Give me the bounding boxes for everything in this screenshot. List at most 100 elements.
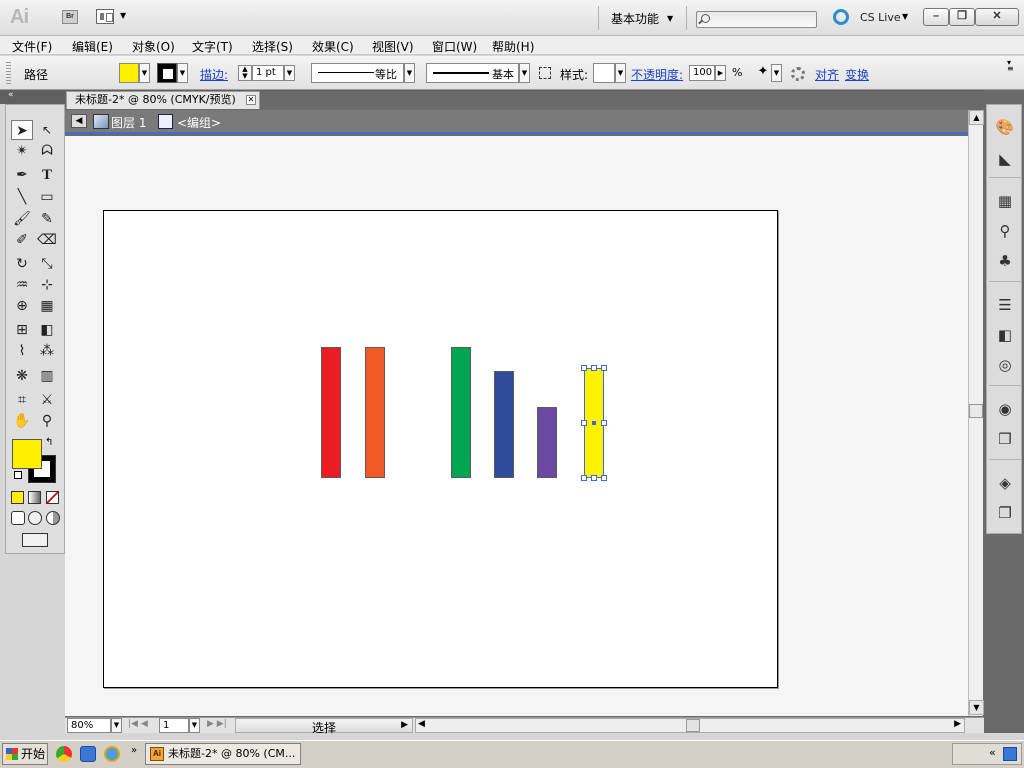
menu-file[interactable]: 文件(F) [12, 38, 52, 55]
selection-handle[interactable] [581, 365, 587, 371]
opacity-stepper[interactable]: ▶ [715, 65, 726, 81]
pen-tool-icon[interactable]: ✒ [11, 165, 33, 185]
chevron-down-icon[interactable]: ▼ [902, 12, 908, 21]
swatches-icon[interactable]: ▦ [995, 191, 1015, 211]
bridge-button[interactable]: Br [62, 10, 78, 24]
graphic-style-swatch[interactable] [593, 63, 615, 83]
swap-colors-icon[interactable]: ↰ [45, 437, 53, 448]
horizontal-scrollbar[interactable]: ◀ ▶ [415, 718, 965, 733]
menu-edit[interactable]: 编辑(E) [72, 38, 113, 55]
selection-handle[interactable] [591, 475, 597, 481]
brush-definition[interactable]: 基本 [426, 63, 519, 83]
transparency-icon[interactable]: ◎ [995, 355, 1015, 375]
selection-handle[interactable] [591, 365, 597, 371]
group-name[interactable]: <编组> [177, 114, 221, 131]
none-mode-icon[interactable] [46, 491, 59, 504]
layers-icon[interactable]: ◈ [995, 473, 1015, 493]
recolor-dropdown[interactable]: ▼ [771, 64, 782, 82]
lasso-tool-icon[interactable]: ᗣ [36, 141, 58, 161]
shape-builder-tool-icon[interactable]: ⊕ [11, 296, 33, 316]
artboard-number-input[interactable]: 1 [159, 718, 189, 733]
scroll-left-icon[interactable]: ◀ [418, 719, 425, 729]
brush-dropdown[interactable]: ▼ [519, 63, 530, 83]
draw-normal-icon[interactable] [11, 511, 25, 525]
hand-tool-icon[interactable]: ✋ [11, 411, 33, 431]
gradient-panel-icon[interactable]: ◧ [995, 325, 1015, 345]
fill-color-swatch[interactable] [119, 63, 139, 83]
vertical-scrollbar[interactable]: ▲ ▼ [968, 110, 984, 716]
gradient-tool-icon[interactable]: ◧ [36, 320, 58, 340]
panel-grip[interactable] [6, 62, 11, 84]
selection-handle[interactable] [601, 365, 607, 371]
arrange-documents-button[interactable]: ▼ [96, 9, 130, 25]
zoom-tool-icon[interactable]: ⚲ [36, 411, 58, 431]
symbol-sprayer-tool-icon[interactable]: ❋ [11, 366, 33, 386]
close-button[interactable]: ✕ [975, 8, 1019, 26]
graphic-styles-icon[interactable]: ❒ [995, 429, 1015, 449]
appearance-icon[interactable]: ◉ [995, 399, 1015, 419]
opacity-input[interactable]: 100 [689, 65, 715, 81]
artboard-tool-icon[interactable]: ⌗ [11, 390, 33, 410]
menu-type[interactable]: 文字(T) [192, 38, 233, 55]
scale-tool-icon[interactable]: ⤡ [36, 254, 58, 274]
stroke-color-swatch[interactable] [157, 63, 177, 83]
stroke-weight-dropdown[interactable]: ▼ [284, 65, 295, 81]
color-mode-icon[interactable] [11, 491, 24, 504]
close-icon[interactable]: ✕ [246, 95, 256, 105]
eyedropper-tool-icon[interactable]: ⌇ [11, 341, 33, 361]
recolor-artwork-icon[interactable]: ✦ [755, 64, 771, 82]
status-field[interactable]: 选择 ▶ [235, 718, 413, 735]
screen-mode-icon[interactable] [22, 533, 48, 547]
gear-icon[interactable] [791, 67, 805, 81]
zoom-input[interactable]: 80% [67, 718, 111, 733]
bar-shape[interactable] [365, 347, 385, 478]
pencil-tool-icon[interactable]: ✎ [36, 209, 58, 229]
line-tool-icon[interactable]: ╲ [11, 187, 33, 207]
profile-dropdown[interactable]: ▼ [404, 63, 415, 83]
bar-shape[interactable] [321, 347, 341, 478]
menu-effect[interactable]: 效果(C) [312, 38, 354, 55]
first-artboard-icon[interactable]: |◀ ◀ [128, 719, 148, 729]
next-artboard-icon[interactable]: ▶ ▶| [207, 719, 227, 729]
help-search-input[interactable] [696, 11, 817, 28]
brushes-icon[interactable]: ⚲ [995, 221, 1015, 241]
transform-panel-link[interactable]: 变换 [845, 66, 869, 83]
column-graph-tool-icon[interactable]: ▥ [36, 366, 58, 386]
chevron-left-icon[interactable]: « [989, 746, 996, 759]
minimize-button[interactable]: – [923, 8, 949, 26]
style-dropdown[interactable]: ▼ [615, 63, 626, 83]
paintbrush-tool-icon[interactable]: 🖌 [11, 209, 33, 229]
fill-dropdown[interactable]: ▼ [139, 63, 150, 83]
chevron-right-icon[interactable]: » [131, 745, 137, 756]
bar-shape[interactable] [537, 407, 557, 478]
stroke-weight-input[interactable]: 1 pt [252, 65, 284, 81]
selection-handle[interactable] [581, 475, 587, 481]
h-scroll-thumb[interactable] [686, 719, 700, 732]
draw-inside-icon[interactable] [46, 511, 60, 525]
scroll-up-icon[interactable]: ▲ [969, 110, 984, 125]
color-guide-icon[interactable]: ◣ [995, 149, 1015, 169]
artboard[interactable] [103, 210, 778, 688]
graphic-style-icon[interactable] [539, 67, 551, 79]
stroke-dropdown[interactable]: ▼ [177, 63, 188, 83]
menu-select[interactable]: 选择(S) [252, 38, 293, 55]
illustrator-task-button[interactable]: Ai 未标题-2* @ 80% (CM... [145, 743, 301, 765]
align-panel-link[interactable]: 对齐 [815, 66, 839, 83]
collapse-left-icon[interactable]: « [8, 90, 14, 100]
blend-tool-icon[interactable]: ⁂ [36, 341, 58, 361]
start-button[interactable]: 开始 [2, 743, 48, 765]
bar-shape[interactable] [451, 347, 471, 478]
restore-button[interactable]: ❐ [949, 8, 975, 26]
selection-tool-icon[interactable]: ➤ [11, 120, 33, 140]
artboards-icon[interactable]: ❐ [995, 503, 1015, 523]
eraser-tool-icon[interactable]: ⌫ [36, 230, 58, 250]
cs-live-label[interactable]: CS Live [860, 11, 901, 24]
chevron-down-icon[interactable]: ▼ [667, 14, 673, 23]
draw-behind-icon[interactable] [28, 511, 42, 525]
zoom-dropdown[interactable]: ▼ [111, 718, 122, 733]
menu-object[interactable]: 对象(O) [132, 38, 175, 55]
warp-tool-icon[interactable]: ♒ [11, 275, 33, 295]
fill-swatch[interactable] [12, 439, 42, 469]
symbols-icon[interactable]: ♣ [995, 251, 1015, 271]
opacity-panel-link[interactable]: 不透明度: [631, 66, 683, 83]
